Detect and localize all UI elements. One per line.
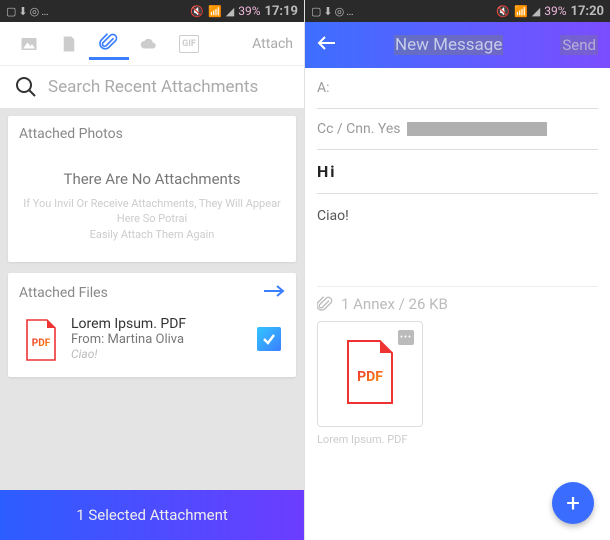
- search-icon: [14, 75, 38, 99]
- tab-documents[interactable]: [49, 29, 89, 59]
- more-status-icon: …: [346, 5, 353, 18]
- tab-photos[interactable]: [9, 29, 49, 59]
- attach-section: 1 Annex / 26 KB ••• PDF Lorem Ipsum. PDF: [305, 286, 610, 446]
- body-field[interactable]: Ciao!: [317, 194, 598, 286]
- attach-caption: Lorem Ipsum. PDF: [317, 433, 598, 446]
- mute-icon: 🔇: [190, 5, 204, 18]
- file-subject: Ciao!: [71, 347, 245, 361]
- tab-gif[interactable]: GIF: [169, 29, 209, 59]
- svg-text:PDF: PDF: [357, 369, 383, 385]
- screen-compose: ▢ ⬇ ◎ … 🔇 📶 ◢ 39% 17:20 New Message Send…: [305, 0, 610, 540]
- document-icon: [59, 35, 79, 53]
- status-bar-left: ▢ ⬇ ◎ … 🔇 📶 ◢ 39% 17:19: [0, 0, 304, 22]
- file-row[interactable]: PDF Lorem Ipsum. PDF From: Martina Oliva…: [19, 302, 285, 367]
- status-bar-right: ▢ ⬇ ◎ … 🔇 📶 ◢ 39% 17:20: [305, 0, 610, 22]
- subject-field[interactable]: Hi: [317, 150, 598, 194]
- image-status-icon: ▢: [311, 5, 321, 18]
- pdf-file-icon: PDF: [23, 318, 59, 360]
- wifi-icon: 📶: [514, 5, 528, 18]
- instagram-status-icon: ◎: [30, 5, 40, 18]
- paperclip-icon: [99, 33, 119, 51]
- image-status-icon: ▢: [6, 5, 16, 18]
- battery-label: 39%: [238, 4, 260, 18]
- card-title-photos: Attached Photos: [19, 126, 123, 142]
- to-label: A:: [317, 80, 330, 96]
- wifi-icon: 📶: [208, 5, 222, 18]
- gif-icon: GIF: [179, 35, 199, 53]
- compose-header: New Message Send: [305, 22, 610, 68]
- cc-label: Cc / Cnn. Yes: [317, 121, 401, 137]
- mute-icon: 🔇: [496, 5, 510, 18]
- compose-form: A: Cc / Cnn. Yes Hi Ciao!: [305, 68, 610, 286]
- search-row[interactable]: Search Recent Attachments: [0, 66, 304, 108]
- battery-label: 39%: [544, 4, 566, 18]
- card-attached-files: Attached Files PDF Lorem Ipsum. PDF F: [8, 273, 296, 377]
- selected-bar[interactable]: 1 Selected Attachment: [0, 490, 304, 540]
- image-icon: [19, 35, 39, 53]
- screen-attachments: ▢ ⬇ ◎ … 🔇 📶 ◢ 39% 17:19 GIF Attach: [0, 0, 305, 540]
- cc-redacted: [407, 122, 547, 136]
- attach-thumbnail[interactable]: ••• PDF: [317, 321, 423, 427]
- arrow-right-icon[interactable]: [263, 283, 285, 302]
- content-area: Attached Photos There Are No Attachments…: [0, 108, 304, 490]
- attach-header: 1 Annex / 26 KB: [317, 286, 598, 321]
- attach-summary: 1 Annex / 26 KB: [341, 295, 448, 313]
- attach-more-button[interactable]: •••: [398, 330, 414, 345]
- paperclip-icon: [317, 296, 333, 312]
- cc-field[interactable]: Cc / Cnn. Yes: [317, 109, 598, 150]
- check-icon: [262, 332, 276, 346]
- subject-text: Hi: [317, 162, 337, 181]
- empty-title: There Are No Attachments: [19, 170, 285, 188]
- attachment-tabs: GIF Attach: [0, 22, 304, 66]
- empty-state: There Are No Attachments If You Invil Or…: [19, 142, 285, 252]
- download-status-icon: ⬇: [18, 5, 27, 18]
- pdf-thumb-icon: PDF: [344, 339, 396, 409]
- file-name: Lorem Ipsum. PDF: [71, 316, 245, 332]
- back-button[interactable]: [317, 33, 337, 57]
- signal-icon: ◢: [226, 5, 234, 18]
- download-status-icon: ⬇: [323, 5, 332, 18]
- card-title-files: Attached Files: [19, 285, 108, 301]
- body-text: Ciao!: [317, 208, 349, 224]
- clock-label: 17:19: [265, 4, 299, 19]
- signal-icon: ◢: [532, 5, 540, 18]
- attach-label[interactable]: Attach: [252, 36, 295, 52]
- tab-recent[interactable]: [89, 27, 129, 60]
- svg-text:PDF: PDF: [32, 338, 51, 349]
- page-title: New Message: [347, 35, 550, 55]
- to-field[interactable]: A:: [317, 68, 598, 109]
- plus-icon: +: [566, 489, 580, 517]
- arrow-left-icon: [317, 33, 337, 53]
- send-button[interactable]: Send: [560, 35, 598, 55]
- search-placeholder: Search Recent Attachments: [48, 77, 258, 97]
- more-status-icon: …: [41, 5, 48, 18]
- clock-label: 17:20: [571, 4, 605, 19]
- selected-label: 1 Selected Attachment: [76, 506, 228, 524]
- tab-cloud[interactable]: [129, 29, 169, 59]
- card-attached-photos: Attached Photos There Are No Attachments…: [8, 116, 296, 262]
- empty-subtitle: If You Invil Or Receive Attachments, The…: [19, 196, 285, 242]
- cloud-icon: [139, 35, 159, 53]
- instagram-status-icon: ◎: [335, 5, 345, 18]
- file-checkbox[interactable]: [257, 327, 281, 351]
- file-from: From: Martina Oliva: [71, 332, 245, 347]
- compose-fab[interactable]: +: [552, 482, 594, 524]
